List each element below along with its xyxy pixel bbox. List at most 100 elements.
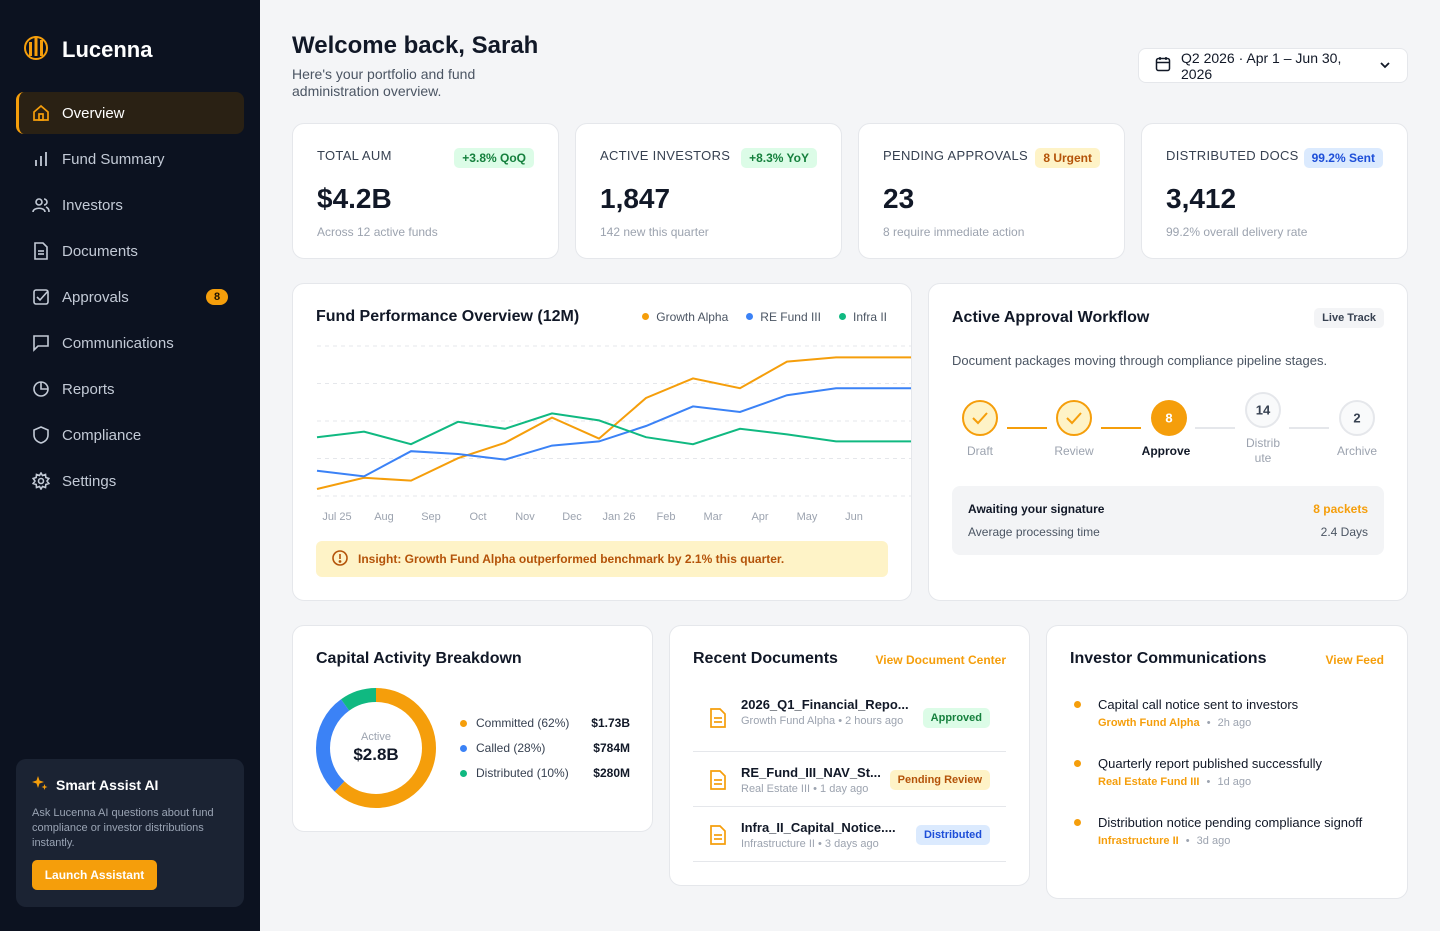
sidebar-item-label: Settings (62, 472, 117, 490)
step-distribute[interactable]: 14 (1245, 392, 1281, 428)
x-tick-label: May (797, 511, 818, 523)
sidebar-item-compliance[interactable]: Compliance (16, 414, 244, 456)
sidebar-item-label: Reports (62, 380, 115, 398)
step-approve[interactable]: 8 (1151, 400, 1187, 436)
view-document-center-link[interactable]: View Document Center (876, 653, 1006, 667)
document-row[interactable]: Infra_II_Capital_Notice.... Infrastructu… (693, 807, 1006, 862)
sidebar-item-fund-summary[interactable]: Fund Summary (16, 138, 244, 180)
series-line-1 (316, 387, 911, 478)
signature-summary: Awaiting your signature 8 packets Averag… (952, 486, 1384, 555)
legend-swatch (460, 720, 467, 727)
kpi-value: $4.2B (317, 183, 392, 214)
sidebar-item-documents[interactable]: Documents (16, 230, 244, 272)
document-icon (32, 242, 50, 260)
communication-fund[interactable]: Real Estate Fund III (1098, 776, 1199, 788)
communication-item[interactable]: Capital call notice sent to investors Gr… (1074, 697, 1388, 729)
document-name: 2026_Q1_Financial_Repo... (741, 697, 909, 712)
x-tick-label: Aug (374, 511, 394, 523)
document-row[interactable]: RE_Fund_III_NAV_St... Real Estate III • … (693, 752, 1006, 807)
bar-chart-icon (32, 150, 50, 168)
page-subtitle: Here's your portfolio and fund administr… (292, 66, 476, 99)
step-label-distribute: Distrib ute (1245, 436, 1280, 465)
kpi-pending-approvals[interactable]: PENDING APPROVALS 8 Urgent 23 8 require … (858, 123, 1125, 259)
donut-center-label: Active (361, 731, 391, 743)
signature-label: Awaiting your signature (968, 502, 1105, 516)
document-file-icon (709, 708, 727, 733)
capital-legend-value: $784M (593, 741, 630, 755)
series-line-0 (316, 356, 911, 490)
sparkle-icon (32, 775, 48, 794)
kpi-distributed-docs[interactable]: DISTRIBUTED DOCS 99.2% Sent 3,412 99.2% … (1141, 123, 1408, 259)
kpi-footnote: 8 require immediate action (883, 225, 1025, 239)
status-dot (1074, 760, 1081, 767)
kpi-total-aum[interactable]: TOTAL AUM +3.8% QoQ $4.2B Across 12 acti… (292, 123, 559, 259)
step-review[interactable] (1056, 400, 1092, 436)
sidebar-item-label: Overview (62, 104, 125, 122)
sidebar-nav: Overview Fund Summary Investors Document… (16, 92, 244, 506)
sidebar-item-label: Investors (62, 196, 123, 214)
communication-item[interactable]: Quarterly report published successfully … (1074, 756, 1388, 788)
view-feed-link[interactable]: View Feed (1326, 653, 1384, 667)
gear-icon (32, 472, 50, 490)
kpi-active-investors[interactable]: ACTIVE INVESTORS +8.3% YoY 1,847 142 new… (575, 123, 842, 259)
message-icon (32, 334, 50, 352)
donut-center-value: $2.8B (353, 745, 399, 764)
kpi-change-badge: +8.3% YoY (741, 148, 817, 168)
signature-count[interactable]: 8 packets (1313, 502, 1368, 516)
launch-assistant-button[interactable]: Launch Assistant (32, 860, 157, 890)
sidebar-item-settings[interactable]: Settings (16, 460, 244, 502)
communication-meta: Infrastructure II • 3d ago (1098, 835, 1368, 847)
step-count: 14 (1256, 403, 1271, 418)
kpi-footnote: 99.2% overall delivery rate (1166, 225, 1308, 239)
capital-legend-label: Committed (62%) (476, 716, 570, 730)
series-line-2 (316, 412, 911, 446)
communication-fund[interactable]: Infrastructure II (1098, 835, 1179, 847)
capital-legend-value: $280M (593, 766, 630, 780)
step-label-archive: Archive (1336, 444, 1377, 458)
status-dot (1074, 819, 1081, 826)
processing-value: 2.4 Days (1320, 525, 1368, 539)
pie-chart-icon (32, 380, 50, 398)
kpi-sent-badge: 99.2% Sent (1303, 148, 1383, 168)
brand-name: Lucenna (62, 36, 153, 62)
documents-title: Recent Documents (693, 650, 838, 667)
x-tick-label: Sep (421, 511, 441, 523)
sidebar-item-communications[interactable]: Communications (16, 322, 244, 364)
communication-fund[interactable]: Growth Fund Alpha (1098, 717, 1200, 729)
document-row[interactable]: 2026_Q1_Financial_Repo... Growth Fund Al… (693, 688, 1006, 752)
x-tick-label: Oct (469, 511, 486, 523)
document-status-badge: Distributed (915, 825, 990, 845)
capital-legend-value: $1.73B (591, 716, 630, 730)
step-count: 8 (1165, 411, 1172, 426)
x-tick-label: Apr (751, 511, 768, 523)
alert-circle-icon (332, 549, 348, 569)
kpi-value: 23 (883, 183, 915, 214)
status-dot (1074, 701, 1081, 708)
sidebar: Lucenna Overview Fund Summary Investors … (0, 0, 260, 931)
x-tick-label: Mar (704, 511, 723, 523)
document-meta: Real Estate III • 1 day ago (741, 783, 869, 795)
capital-breakdown-card: Capital Activity Breakdown Active $2.8B … (292, 625, 653, 832)
x-tick-label: Dec (562, 511, 582, 523)
sidebar-item-approvals[interactable]: Approvals 8 (16, 276, 244, 318)
capital-legend-row: Distributed (10%) $280M (460, 766, 630, 791)
sidebar-item-investors[interactable]: Investors (16, 184, 244, 226)
step-label-approve: Approve (1141, 444, 1191, 458)
x-tick-label: Nov (515, 511, 535, 523)
approvals-count-badge: 8 (206, 289, 228, 305)
capital-legend-label: Called (28%) (476, 741, 546, 755)
sidebar-item-overview[interactable]: Overview (16, 92, 244, 134)
step-archive[interactable]: 2 (1339, 400, 1375, 436)
sidebar-item-reports[interactable]: Reports (16, 368, 244, 410)
communication-time: 3d ago (1196, 835, 1231, 847)
brand-logo[interactable]: Lucenna (24, 32, 152, 67)
x-tick-label: Jan 26 (602, 511, 635, 523)
communication-text: Quarterly report published successfully (1098, 756, 1322, 771)
step-draft[interactable] (962, 400, 998, 436)
smart-assist-panel: Smart Assist AI Ask Lucenna AI questions… (16, 759, 244, 907)
insight-banner: Insight: Growth Fund Alpha outperformed … (316, 541, 888, 577)
date-range-value: Q2 2026 · Apr 1 – Jun 30, 2026 (1181, 49, 1342, 82)
communication-item[interactable]: Distribution notice pending compliance s… (1074, 815, 1368, 847)
date-range-picker[interactable]: Q2 2026 · Apr 1 – Jun 30, 2026 (1138, 48, 1408, 83)
communication-meta: Real Estate Fund III • 1d ago (1098, 776, 1388, 788)
